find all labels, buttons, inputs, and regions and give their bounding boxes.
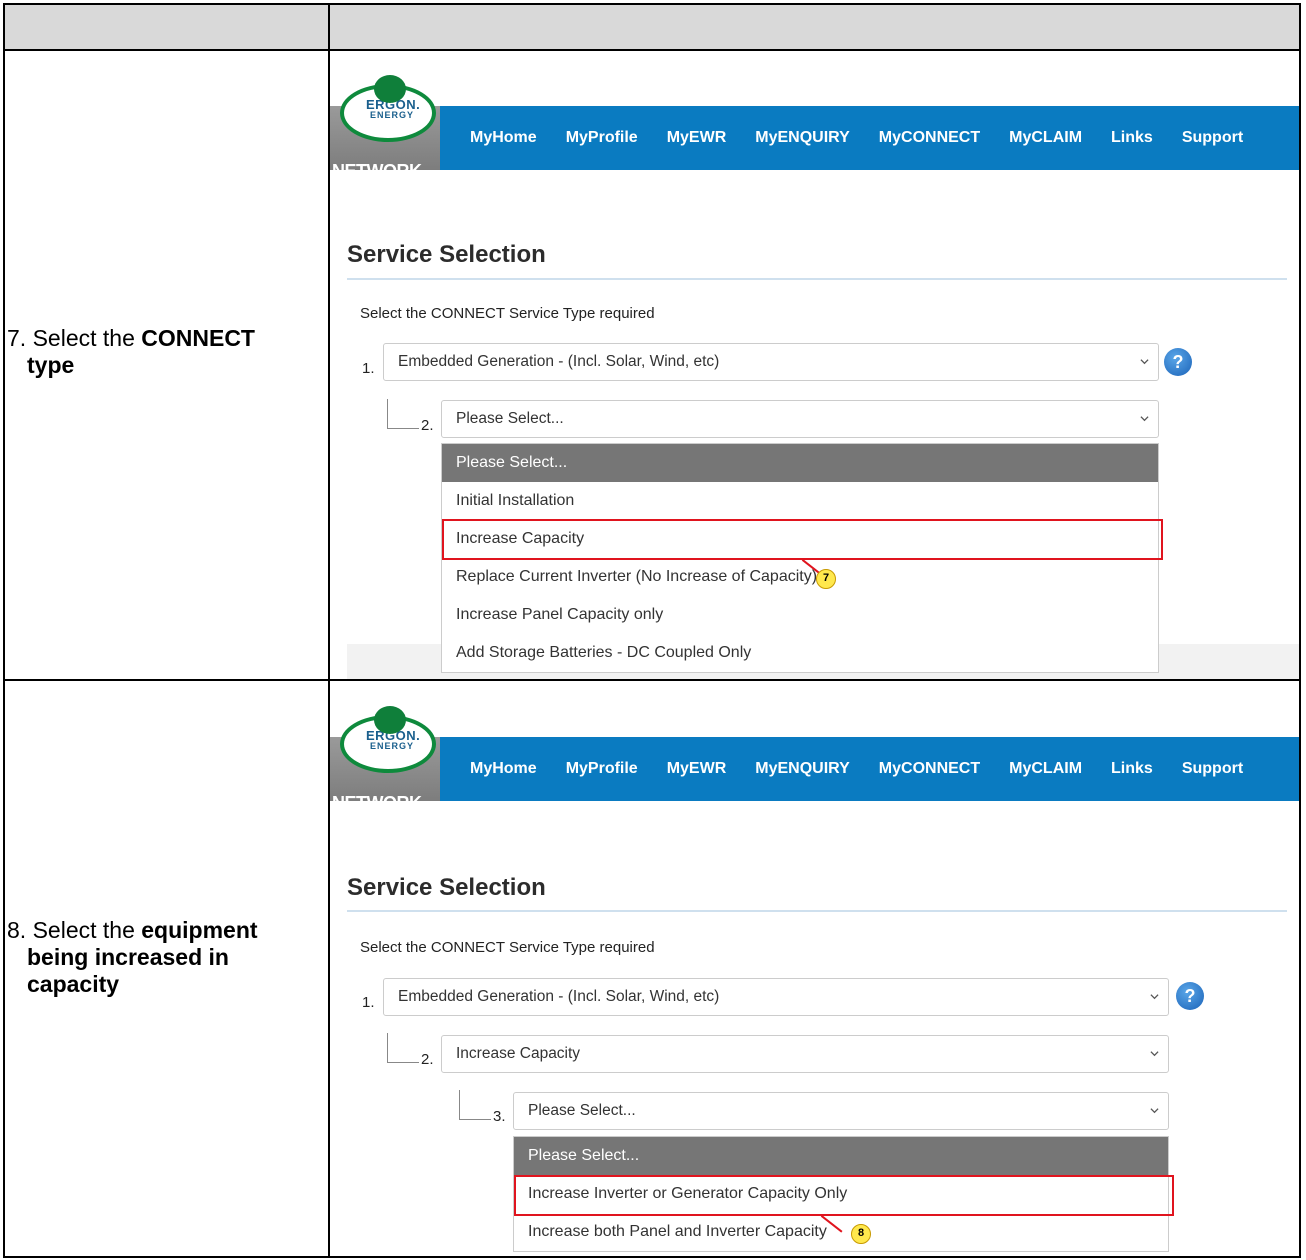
instruction-text: Select the <box>32 325 142 351</box>
select-3-number: 3. <box>493 1108 506 1125</box>
select-1-number: 1. <box>362 994 375 1011</box>
instruction-text: Select the <box>32 917 142 943</box>
nav-links[interactable]: Links <box>1111 760 1153 778</box>
service-type-prompt: Select the CONNECT Service Type required <box>360 939 655 956</box>
option-add-storage[interactable]: Add Storage Batteries - DC Coupled Only <box>442 634 1158 672</box>
connect-type-select[interactable]: Please Select... <box>441 400 1159 438</box>
nav-links[interactable]: Links <box>1111 129 1153 147</box>
instruction-bold-line3: capacity <box>27 971 120 997</box>
nav-myprofile[interactable]: MyProfile <box>566 760 638 778</box>
step-8-instruction: 8. Select the equipment being increased … <box>7 917 258 998</box>
top-nav: MyHome MyProfile MyEWR MyENQUIRY MyCONNE… <box>440 737 1299 801</box>
nav-support[interactable]: Support <box>1182 129 1243 147</box>
step-8-screenshot-cell: ERGON. ENERGY NETWORK MyHome MyProfile M… <box>330 681 1299 1256</box>
option-increase-panel[interactable]: Increase Panel Capacity only <box>442 596 1158 634</box>
logo-energy-text: ENERGY <box>370 741 415 751</box>
tree-connector <box>387 1033 419 1063</box>
connect-type-value: Increase Capacity <box>456 1045 581 1062</box>
instruction-bold-line2: type <box>27 352 75 378</box>
step-callout-badge: 7 <box>816 569 836 589</box>
step-7-screenshot-cell: ERGON. ENERGY NETWORK MyHome MyProfile M… <box>330 51 1299 681</box>
instruction-bold-line2: being increased in <box>27 944 229 970</box>
step-8-instruction-cell: 8. Select the equipment being increased … <box>5 681 330 1256</box>
highlight-box <box>442 519 1163 560</box>
nav-myewr[interactable]: MyEWR <box>667 129 727 147</box>
page-title: Service Selection <box>347 874 546 901</box>
service-type-value: Embedded Generation - (Incl. Solar, Wind… <box>398 988 720 1005</box>
nav-myenquiry[interactable]: MyENQUIRY <box>755 760 850 778</box>
nav-myconnect[interactable]: MyCONNECT <box>879 129 980 147</box>
help-icon[interactable]: ? <box>1164 348 1192 376</box>
nav-myewr[interactable]: MyEWR <box>667 760 727 778</box>
tree-connector <box>387 399 419 429</box>
nav-support[interactable]: Support <box>1182 760 1243 778</box>
nav-myhome[interactable]: MyHome <box>470 129 537 147</box>
step-7-instruction-cell: 7. Select the CONNECT type <box>5 51 330 681</box>
option-please-select[interactable]: Please Select... <box>442 444 1158 482</box>
chevron-down-icon <box>1140 359 1149 365</box>
step-callout-badge: 8 <box>851 1224 871 1244</box>
instruction-bold: CONNECT <box>141 325 255 351</box>
highlight-box <box>514 1175 1174 1216</box>
chevron-down-icon <box>1150 1108 1159 1114</box>
select-2-number: 2. <box>421 1051 434 1068</box>
option-please-select[interactable]: Please Select... <box>514 1137 1168 1175</box>
logo-swirl-icon <box>374 75 406 103</box>
logo-energy-text: ENERGY <box>370 110 415 120</box>
instruction-bold: equipment <box>141 917 258 943</box>
instruction-table: 7. Select the CONNECT type ERGON. ENERGY… <box>3 3 1301 1258</box>
table-header-right <box>330 5 1299 51</box>
option-replace-inverter[interactable]: Replace Current Inverter (No Increase of… <box>442 558 1158 596</box>
nav-myenquiry[interactable]: MyENQUIRY <box>755 129 850 147</box>
logo-swirl-icon <box>374 706 406 734</box>
connect-type-select[interactable]: Increase Capacity <box>441 1035 1169 1073</box>
option-initial-installation[interactable]: Initial Installation <box>442 482 1158 520</box>
service-type-prompt: Select the CONNECT Service Type required <box>360 305 655 322</box>
connect-type-value: Please Select... <box>456 410 564 427</box>
logo-network-text: NETWORK <box>332 161 422 181</box>
table-header-left <box>5 5 330 51</box>
select-1-number: 1. <box>362 360 375 377</box>
page-title: Service Selection <box>347 241 546 268</box>
step-7-screenshot: ERGON. ENERGY NETWORK MyHome MyProfile M… <box>330 51 1299 679</box>
nav-myhome[interactable]: MyHome <box>470 760 537 778</box>
tree-connector <box>459 1090 491 1120</box>
service-type-select[interactable]: Embedded Generation - (Incl. Solar, Wind… <box>383 978 1169 1016</box>
nav-myclaim[interactable]: MyCLAIM <box>1009 129 1082 147</box>
select-2-number: 2. <box>421 417 434 434</box>
equipment-value: Please Select... <box>528 1102 636 1119</box>
chevron-down-icon <box>1150 1051 1159 1057</box>
chevron-down-icon <box>1140 416 1149 422</box>
nav-myprofile[interactable]: MyProfile <box>566 129 638 147</box>
top-nav: MyHome MyProfile MyEWR MyENQUIRY MyCONNE… <box>440 106 1299 170</box>
title-divider <box>347 910 1287 912</box>
logo-network-text: NETWORK <box>332 793 422 813</box>
step-8-screenshot: ERGON. ENERGY NETWORK MyHome MyProfile M… <box>330 681 1299 1256</box>
chevron-down-icon <box>1150 994 1159 1000</box>
service-type-select[interactable]: Embedded Generation - (Incl. Solar, Wind… <box>383 343 1159 381</box>
nav-myclaim[interactable]: MyCLAIM <box>1009 760 1082 778</box>
step-7-instruction: 7. Select the CONNECT type <box>7 325 255 379</box>
nav-myconnect[interactable]: MyCONNECT <box>879 760 980 778</box>
title-divider <box>347 278 1287 280</box>
help-icon[interactable]: ? <box>1176 982 1204 1010</box>
step-number: 7. <box>7 325 27 351</box>
step-number: 8. <box>7 917 27 943</box>
service-type-value: Embedded Generation - (Incl. Solar, Wind… <box>398 353 720 370</box>
equipment-select[interactable]: Please Select... <box>513 1092 1169 1130</box>
